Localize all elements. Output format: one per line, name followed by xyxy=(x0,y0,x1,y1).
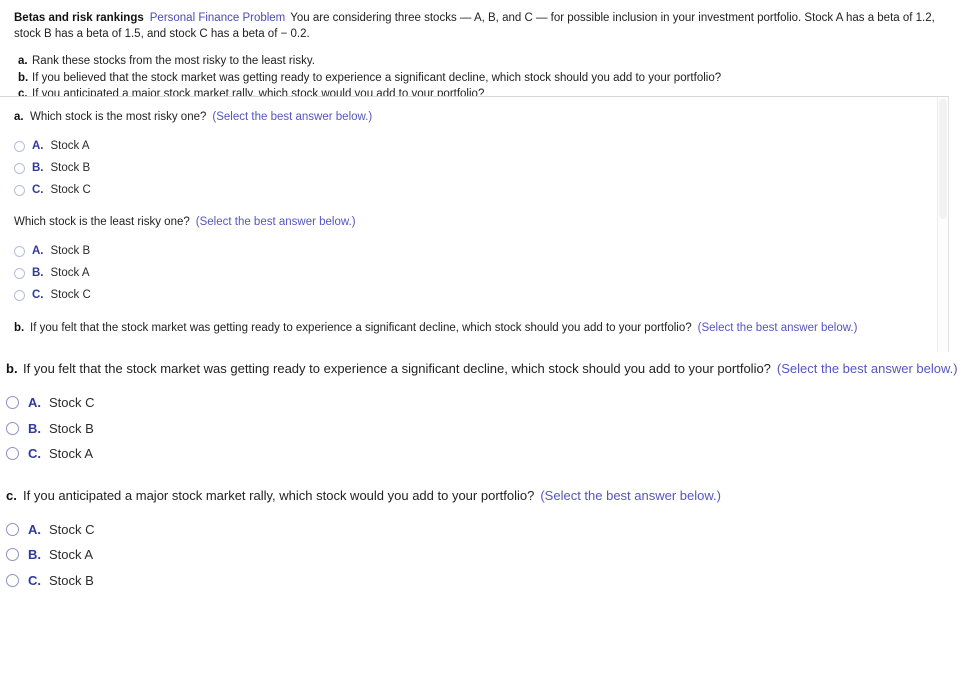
panel-vertical-scrollbar[interactable] xyxy=(937,97,948,352)
option-label: Stock C xyxy=(49,521,95,537)
radio-button-icon[interactable] xyxy=(14,245,25,257)
main-question-c: c. If you anticipated a major stock mark… xyxy=(0,487,975,505)
panel-option-a-3[interactable]: C. Stock C xyxy=(14,179,948,201)
option-letter: C. xyxy=(32,184,44,196)
main-question-b: b. If you felt that the stock market was… xyxy=(0,360,975,378)
panel-question-a-letter: a. xyxy=(14,111,24,123)
option-label: Stock A xyxy=(50,140,90,152)
main-option-b-2[interactable]: B. Stock B xyxy=(6,416,975,442)
main-question-b-text: If you felt that the stock market was ge… xyxy=(23,361,771,376)
subquestion-b: b. If you believed that the stock market… xyxy=(18,71,961,87)
panel-option-a-2[interactable]: B. Stock B xyxy=(14,157,948,179)
main-option-c-2[interactable]: B. Stock A xyxy=(6,542,975,568)
panel-option-lr-1[interactable]: A. Stock B xyxy=(14,240,948,262)
problem-tag-link[interactable]: Personal Finance Problem xyxy=(150,12,286,24)
radio-button-icon[interactable] xyxy=(14,140,25,152)
option-letter: A. xyxy=(32,245,44,257)
option-letter: B. xyxy=(28,547,41,563)
main-answer-section: b. If you felt that the stock market was… xyxy=(0,360,975,593)
radio-button-icon[interactable] xyxy=(14,184,25,196)
subquestion-b-text: If you believed that the stock market wa… xyxy=(32,71,722,84)
option-label: Stock A xyxy=(49,547,94,563)
option-label: Stock B xyxy=(50,162,91,174)
subquestion-a-text: Rank these stocks from the most risky to… xyxy=(32,55,315,67)
panel-option-a-1[interactable]: A. Stock A xyxy=(14,135,948,157)
option-letter: A. xyxy=(32,140,44,152)
panel-question-b: b. If you felt that the stock market was… xyxy=(0,320,948,336)
panel-options-a: A. Stock A B. Stock B C. Stock C xyxy=(0,135,948,201)
panel-question-b-letter: b. xyxy=(14,322,25,334)
scrollbar-thumb[interactable] xyxy=(939,99,947,219)
panel-question-b-text: If you felt that the stock market was ge… xyxy=(30,322,692,334)
subquestion-a: a. Rank these stocks from the most risky… xyxy=(18,54,961,70)
option-letter: A. xyxy=(28,395,41,411)
main-question-b-hint: (Select the best answer below.) xyxy=(776,361,958,376)
radio-button-icon[interactable] xyxy=(6,573,19,587)
panel-question-a-hint: (Select the best answer below.) xyxy=(212,111,373,123)
panel-option-lr-2[interactable]: B. Stock A xyxy=(14,262,948,284)
radio-button-icon[interactable] xyxy=(6,421,19,435)
problem-statement: Betas and risk rankings Personal Finance … xyxy=(0,0,975,42)
option-label: Stock B xyxy=(49,572,94,588)
main-question-c-letter: c. xyxy=(6,487,17,503)
option-label: Stock C xyxy=(49,395,95,411)
option-letter: B. xyxy=(32,267,44,279)
section-divider-space xyxy=(0,467,975,487)
radio-button-icon[interactable] xyxy=(6,396,19,410)
problem-title: Betas and risk rankings xyxy=(14,12,144,24)
main-question-c-hint: (Select the best answer below.) xyxy=(540,487,721,503)
panel-options-least-risky: A. Stock B B. Stock A C. Stock C xyxy=(0,240,948,306)
panel-question-least-risky: Which stock is the least risky one? (Sel… xyxy=(0,214,948,230)
radio-button-icon[interactable] xyxy=(14,267,25,279)
option-letter: B. xyxy=(28,420,41,436)
main-question-b-letter: b. xyxy=(6,361,18,376)
subquestion-a-letter: a. xyxy=(18,55,28,67)
main-option-c-3[interactable]: C. Stock B xyxy=(6,568,975,594)
answer-panel-content: a. Which stock is the most risky one? (S… xyxy=(0,97,948,336)
option-label: Stock B xyxy=(49,420,94,436)
option-label: Stock C xyxy=(50,184,91,196)
main-options-c: A. Stock C B. Stock A C. Stock B xyxy=(0,517,975,594)
panel-question-b-hint: (Select the best answer below.) xyxy=(697,322,858,334)
radio-button-icon[interactable] xyxy=(14,162,25,174)
option-letter: C. xyxy=(32,289,44,301)
option-letter: C. xyxy=(28,446,41,462)
panel-option-lr-3[interactable]: C. Stock C xyxy=(14,284,948,306)
panel-question-a: a. Which stock is the most risky one? (S… xyxy=(0,109,948,125)
main-option-b-3[interactable]: C. Stock A xyxy=(6,441,975,467)
option-label: Stock B xyxy=(50,245,91,257)
option-label: Stock A xyxy=(49,446,94,462)
radio-button-icon[interactable] xyxy=(6,522,19,536)
option-letter: B. xyxy=(32,162,44,174)
option-letter: A. xyxy=(28,521,41,537)
main-options-b: A. Stock C B. Stock B C. Stock A xyxy=(0,390,975,467)
answer-scroll-panel[interactable]: a. Which stock is the most risky one? (S… xyxy=(0,96,949,352)
main-option-c-1[interactable]: A. Stock C xyxy=(6,517,975,543)
panel-question-least-risky-text: Which stock is the least risky one? xyxy=(14,216,190,228)
option-label: Stock A xyxy=(50,267,90,279)
panel-question-a-text: Which stock is the most risky one? xyxy=(30,111,207,123)
panel-question-least-risky-hint: (Select the best answer below.) xyxy=(195,216,356,228)
subquestion-b-letter: b. xyxy=(18,71,29,84)
radio-button-icon[interactable] xyxy=(6,447,19,461)
main-question-c-text: If you anticipated a major stock market … xyxy=(23,487,535,503)
radio-button-icon[interactable] xyxy=(14,289,25,301)
option-letter: C. xyxy=(28,572,41,588)
option-label: Stock C xyxy=(50,289,91,301)
main-option-b-1[interactable]: A. Stock C xyxy=(6,390,975,416)
radio-button-icon[interactable] xyxy=(6,548,19,562)
